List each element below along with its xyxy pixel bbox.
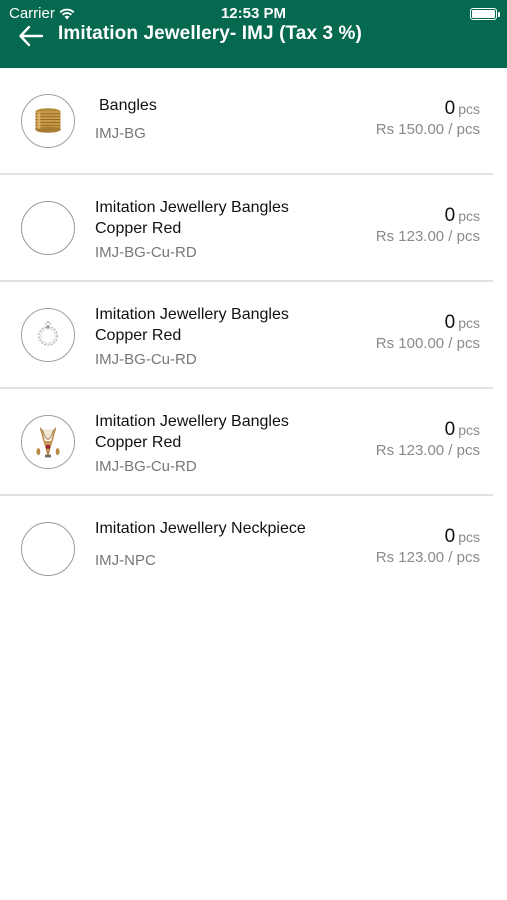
product-row[interactable]: Imitation Jewellery Bangles Copper Red I… <box>0 175 493 282</box>
product-price: Rs 150.00 / pcs <box>375 121 480 138</box>
quantity-value: 0 <box>444 312 456 333</box>
product-row[interactable]: Imitation Jewellery Bangles Copper Red I… <box>0 389 493 496</box>
back-button[interactable] <box>17 23 45 49</box>
product-code: IMJ-BG-Cu-RD <box>95 244 197 261</box>
product-thumbnail <box>21 415 75 469</box>
product-thumbnail <box>21 522 75 576</box>
product-thumbnail <box>21 308 75 362</box>
product-thumbnail <box>21 201 75 255</box>
app-header: Carrier 12:53 PM Imitation Jewellery- IM… <box>0 0 507 68</box>
product-quantity: 0 pcs <box>445 419 480 441</box>
product-name: Imitation Jewellery Neckpiece <box>95 520 306 537</box>
bangles-image-icon <box>22 95 74 147</box>
product-price: Rs 123.00 / pcs <box>375 549 480 566</box>
product-name: Imitation Jewellery Bangles Copper Red <box>95 413 289 451</box>
product-row[interactable]: Imitation Jewellery Neckpiece IMJ-NPC 0p… <box>0 496 493 603</box>
page-title: Imitation Jewellery- IMJ (Tax 3 %) <box>58 23 362 44</box>
navigation-bar: Imitation Jewellery- IMJ (Tax 3 %) <box>0 20 507 50</box>
product-price: Rs 123.00 / pcs <box>375 442 480 459</box>
product-code: IMJ-BG-Cu-RD <box>95 351 197 368</box>
product-row[interactable]: Imitation Jewellery Bangles Copper Red I… <box>0 282 493 389</box>
quantity-value: 0 <box>444 98 456 119</box>
product-code: IMJ-NPC <box>95 552 156 569</box>
product-thumbnail <box>21 94 75 148</box>
bracelet-image-icon <box>22 309 74 361</box>
product-list: Bangles IMJ-BG 0 pcs Rs 150.00 / pcs Imit… <box>0 68 507 603</box>
quantity-unit: pcs <box>458 101 480 117</box>
back-arrow-icon <box>19 25 44 47</box>
product-price: Rs 123.00 / pcs <box>375 228 480 245</box>
product-name: Imitation Jewellery Bangles Copper Red <box>95 306 289 344</box>
product-quantity: 0 pcs <box>445 526 480 548</box>
product-quantity: 0 pcs <box>445 312 480 334</box>
product-code: IMJ-BG-Cu-RD <box>95 458 197 475</box>
quantity-value: 0 <box>444 526 456 547</box>
product-row[interactable]: Bangles IMJ-BG 0 pcs Rs 150.00 / pcs <box>0 68 493 175</box>
quantity-unit: pcs <box>458 422 480 438</box>
product-name: Bangles <box>99 97 157 114</box>
quantity-unit: pcs <box>458 315 480 331</box>
necklace-image-icon <box>22 416 74 468</box>
quantity-value: 0 <box>444 205 456 226</box>
product-code: IMJ-BG <box>95 125 146 142</box>
quantity-value: 0 <box>444 419 456 440</box>
product-quantity: 0 pcs <box>445 205 480 227</box>
product-price: Rs 100.00 / pcs <box>375 335 480 352</box>
quantity-unit: pcs <box>458 208 480 224</box>
quantity-unit: pcs <box>458 529 480 545</box>
product-quantity: 0 pcs <box>445 98 480 120</box>
battery-icon <box>470 8 500 20</box>
product-name: Imitation Jewellery Bangles Copper Red <box>95 199 289 237</box>
